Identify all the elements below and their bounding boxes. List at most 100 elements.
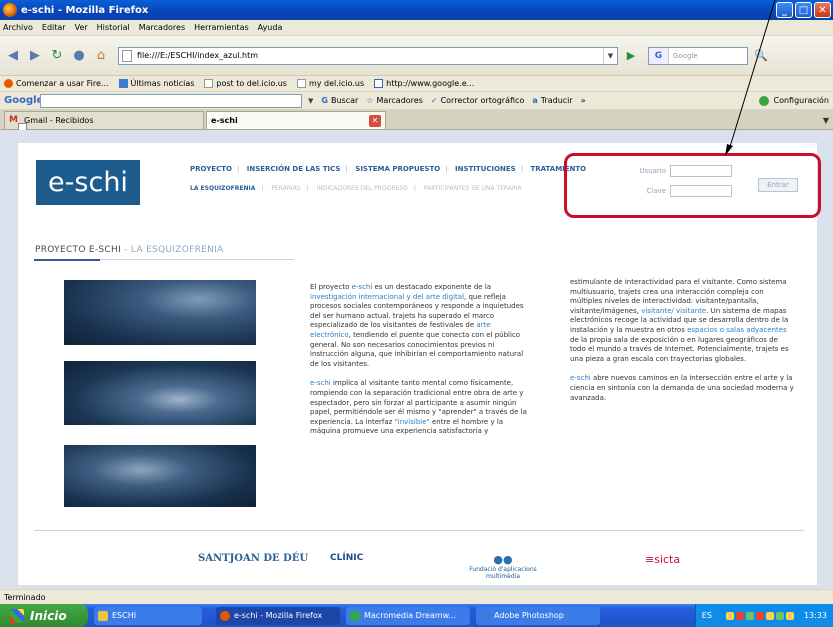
page-icon bbox=[122, 49, 132, 62]
maximize-button[interactable]: □ bbox=[795, 2, 812, 18]
nav-insercion[interactable]: INSERCIÓN DE LAS TICS bbox=[247, 165, 341, 173]
stop-icon[interactable]: ● bbox=[70, 47, 88, 65]
brain-image bbox=[64, 280, 256, 345]
nav-instituciones[interactable]: INSTITUCIONES bbox=[455, 165, 516, 173]
tab-eschi[interactable]: e-schi ✕ bbox=[18, 111, 386, 134]
google-search-input[interactable] bbox=[40, 93, 302, 108]
firefox-icon bbox=[220, 610, 230, 621]
bookmark-item[interactable]: http://www.google.e... bbox=[374, 79, 474, 88]
tab-list-icon[interactable]: ▼ bbox=[823, 116, 829, 125]
highlight-box bbox=[564, 153, 821, 218]
sponsor-fundacio[interactable]: ●● Fundació d'aplicacions multimèdia bbox=[458, 553, 548, 580]
link-visitante[interactable]: visitante/ visitante bbox=[641, 307, 706, 315]
menu-bar: Archivo Editar Ver Historial Marcadores … bbox=[0, 20, 833, 36]
nav-sistema[interactable]: SISTEMA PROPUESTO bbox=[355, 165, 440, 173]
sponsor-sant-joan-de-deu[interactable]: SANTJOAN DE DÉU bbox=[198, 553, 308, 564]
close-tab-icon[interactable]: ✕ bbox=[369, 114, 381, 127]
tray-icon[interactable] bbox=[735, 611, 744, 620]
task-eschi-folder[interactable]: ESCHI bbox=[94, 606, 202, 625]
brain-image bbox=[64, 361, 256, 425]
sponsor-clinic[interactable]: CLÍNIC bbox=[330, 553, 363, 563]
subnav-esquizofrenia[interactable]: LA ESQUIZOFRENIA bbox=[190, 185, 255, 192]
paragraph: e-schi abre nuevos caminos en la interse… bbox=[570, 374, 794, 402]
link-investigacion[interactable]: investigación internacional y del arte d… bbox=[310, 293, 464, 301]
go-icon[interactable]: ▶ bbox=[622, 47, 640, 65]
tray-icon[interactable] bbox=[755, 611, 764, 620]
google-corrector-button[interactable]: ✓ Corrector ortográfico bbox=[431, 96, 524, 105]
windows-logo-icon bbox=[10, 608, 24, 623]
tray-icon[interactable] bbox=[745, 611, 754, 620]
link-espacios[interactable]: espacios o salas adyacentes bbox=[687, 326, 787, 334]
firefox-icon bbox=[3, 3, 17, 17]
paragraph: estimulante de interactividad para el vi… bbox=[570, 278, 789, 363]
footer-divider bbox=[34, 530, 804, 531]
window-title: e-schi - Mozilla Firefox bbox=[21, 4, 149, 16]
menu-archivo[interactable]: Archivo bbox=[3, 23, 33, 32]
tab-bar: M Gmail - Recibidos e-schi ✕ ▼ bbox=[0, 110, 833, 134]
url-text[interactable]: file:///E:/ESCHI/index_azul.htm bbox=[137, 51, 603, 60]
annotation-arrow bbox=[725, 0, 776, 156]
tray-icons bbox=[725, 611, 796, 620]
google-search-icon[interactable]: G bbox=[649, 47, 669, 64]
windows-taskbar: Inicio ESCHI e-schi - Mozilla Firefox Ma… bbox=[0, 604, 833, 627]
menu-historial[interactable]: Historial bbox=[97, 23, 130, 32]
subnav-perarias[interactable]: PERARIAS bbox=[271, 185, 300, 192]
tray-icon[interactable] bbox=[765, 611, 774, 620]
task-firefox[interactable]: e-schi - Mozilla Firefox bbox=[216, 606, 340, 625]
task-dreamweaver[interactable]: Macromedia Dreamw... bbox=[346, 606, 470, 625]
close-button[interactable]: ✕ bbox=[814, 2, 831, 18]
paragraph: El proyecto e-schi es un destacado expon… bbox=[310, 283, 524, 368]
bookmark-item[interactable]: post to del.icio.us bbox=[204, 79, 287, 88]
menu-ver[interactable]: Ver bbox=[75, 23, 88, 32]
tray-icon[interactable] bbox=[785, 611, 794, 620]
task-photoshop[interactable]: Adobe Photoshop bbox=[476, 606, 600, 625]
main-nav: PROYECTO | INSERCIÓN DE LAS TICS | SISTEMA… bbox=[190, 165, 587, 173]
start-button[interactable]: Inicio bbox=[0, 604, 88, 627]
tray-icon[interactable] bbox=[725, 611, 734, 620]
photoshop-icon bbox=[480, 610, 490, 621]
home-icon[interactable]: ⌂ bbox=[92, 47, 110, 65]
google-toolbar: Google ▼ G Buscar ☆ Marcadores ✓ Corrector … bbox=[0, 92, 833, 110]
forward-icon[interactable]: ▶ bbox=[26, 47, 44, 65]
google-traducir-button[interactable]: a Traducir bbox=[532, 96, 572, 105]
page-viewport: e-schi PROYECTO | INSERCIÓN DE LAS TICS | … bbox=[0, 0, 833, 589]
url-dropdown-icon[interactable]: ▼ bbox=[603, 47, 617, 64]
text-column-2: estimulante de interactividad para el vi… bbox=[570, 278, 794, 413]
reload-icon[interactable]: ↻ bbox=[48, 47, 66, 65]
subnav-indicadores[interactable]: INDICADORES DEL PROGRESO bbox=[317, 185, 408, 192]
section-divider-accent bbox=[34, 259, 100, 261]
search-placeholder[interactable]: Google bbox=[669, 52, 698, 60]
system-tray: ES 13:33 bbox=[694, 604, 833, 627]
firefox-window: e-schi - Mozilla Firefox _ □ ✕ Archivo E… bbox=[0, 0, 833, 627]
folder-icon bbox=[98, 610, 108, 621]
link-eschi[interactable]: e-schi bbox=[352, 283, 373, 291]
bookmark-item[interactable]: my del.icio.us bbox=[296, 79, 364, 88]
menu-herramientas[interactable]: Herramientas bbox=[194, 23, 249, 32]
sponsor-sicta[interactable]: ≡sicta bbox=[645, 553, 680, 566]
google-buscar-button[interactable]: G Buscar bbox=[321, 96, 358, 105]
tab-gmail[interactable]: M Gmail - Recibidos bbox=[4, 111, 204, 129]
google-icon bbox=[374, 79, 384, 88]
back-icon[interactable]: ◀ bbox=[4, 47, 22, 65]
bookmark-item[interactable]: Últimas noticias bbox=[118, 79, 194, 88]
link-eschi[interactable]: e-schi bbox=[570, 374, 591, 382]
link-eschi[interactable]: e-schi bbox=[310, 379, 331, 387]
subnav-participantes[interactable]: PARTICIPANTES DE UNA TERAPIA bbox=[424, 185, 522, 192]
tray-icon[interactable] bbox=[775, 611, 784, 620]
status-bar: Terminado bbox=[0, 589, 833, 604]
nav-proyecto[interactable]: PROYECTO bbox=[190, 165, 232, 173]
dreamweaver-icon bbox=[350, 610, 360, 621]
bookmark-item[interactable]: Comenzar a usar Fire... bbox=[4, 79, 109, 88]
fundacio-logo-icon: ●● bbox=[493, 553, 513, 566]
brain-image bbox=[64, 445, 256, 507]
link-invisible[interactable]: "invisible" bbox=[395, 418, 430, 426]
google-dropdown-icon[interactable]: ▼ bbox=[308, 97, 313, 105]
menu-ayuda[interactable]: Ayuda bbox=[258, 23, 283, 32]
address-bar[interactable]: file:///E:/ESCHI/index_azul.htm ▼ bbox=[118, 46, 618, 65]
eschi-logo[interactable]: e-schi bbox=[36, 160, 140, 205]
language-indicator[interactable]: ES bbox=[702, 611, 712, 620]
menu-editar[interactable]: Editar bbox=[42, 23, 66, 32]
google-marcadores-button[interactable]: ☆ Marcadores bbox=[366, 96, 423, 105]
google-more-button[interactable]: » bbox=[581, 96, 586, 105]
menu-marcadores[interactable]: Marcadores bbox=[139, 23, 185, 32]
